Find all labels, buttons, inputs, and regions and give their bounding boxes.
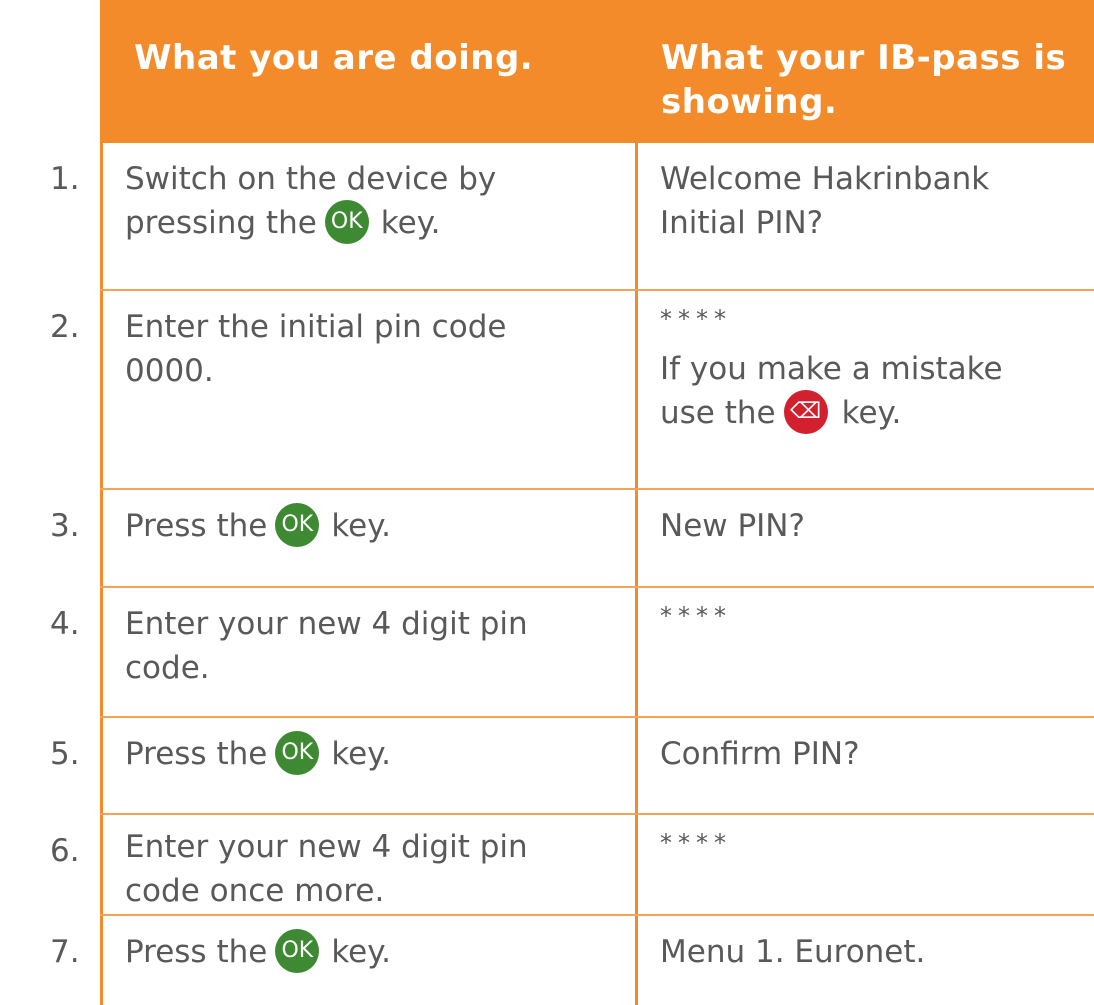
ok-key-icon: OK (275, 928, 320, 973)
table-top-rule (100, 0, 1094, 14)
backspace-icon: ⌫ (783, 389, 828, 434)
action-text: Press the (125, 736, 268, 772)
table-row: 6. Enter your new 4 digit pin code once … (50, 815, 1094, 916)
step-number: 2. (50, 309, 80, 345)
action-text: Press the (125, 934, 268, 970)
ok-key-icon: OK (275, 502, 320, 547)
display-line: use the ⌫ key. (660, 389, 1090, 437)
display-text: key. (841, 395, 902, 431)
table-row: 4. Enter your new 4 digit pin code. **** (50, 588, 1094, 718)
display-line: Confirm PIN? (660, 736, 860, 772)
step-display: Confirm PIN? (660, 718, 1090, 776)
display-line: If you make a mistake (660, 351, 1003, 387)
step-action: Switch on the device by pressing the OK ke… (125, 143, 625, 247)
step-number: 4. (50, 606, 80, 642)
display-line: Initial PIN? (660, 205, 824, 241)
table-row: 3. Press the OK key. New PIN? (50, 490, 1094, 588)
step-number: 6. (50, 833, 80, 869)
action-line: code. (125, 650, 210, 686)
step-action: Enter the initial pin code 0000. (125, 291, 625, 393)
display-text: use the (660, 395, 776, 431)
action-line: Press the OK key. (125, 928, 625, 976)
table-row: 1. Switch on the device by pressing the O… (50, 143, 1094, 291)
step-number: 1. (50, 161, 80, 197)
action-line: Enter your new 4 digit pin (125, 829, 528, 865)
pin-mask: **** (660, 602, 732, 630)
action-line: Switch on the device by (125, 161, 497, 197)
step-action: Press the OK key. (125, 916, 625, 976)
step-action: Enter your new 4 digit pin code once mor… (125, 815, 625, 913)
step-display: **** If you make a mistake use the ⌫ key. (660, 291, 1090, 437)
action-line: Enter the initial pin code (125, 309, 507, 345)
action-line: Enter your new 4 digit pin (125, 606, 528, 642)
action-text: key. (331, 508, 392, 544)
ok-key-icon: OK (275, 730, 320, 775)
step-action: Press the OK key. (125, 718, 625, 778)
step-action: Press the OK key. (125, 490, 625, 550)
step-number: 5. (50, 736, 80, 772)
pin-mask: **** (660, 305, 732, 333)
header-display-line1: What your IB-pass is (661, 38, 1067, 78)
display-line: Menu 1. Euronet. (660, 934, 926, 970)
step-action: Enter your new 4 digit pin code. (125, 588, 625, 690)
step-number: 3. (50, 508, 80, 544)
display-line: Welcome Hakrinbank (660, 161, 990, 197)
action-text: pressing the (125, 205, 317, 241)
step-display: New PIN? (660, 490, 1090, 548)
action-text: Press the (125, 508, 268, 544)
step-display: Welcome Hakrinbank Initial PIN? (660, 143, 1090, 245)
step-display: **** (660, 815, 1090, 857)
action-text: key. (380, 205, 441, 241)
action-text: key. (331, 736, 392, 772)
pin-mask: **** (660, 829, 732, 857)
table-row: 7. Press the OK key. Menu 1. Euronet. (50, 916, 1094, 1005)
action-line: Press the OK key. (125, 502, 625, 550)
table-header-row: What you are doing. What your IB-pass is… (100, 14, 1094, 143)
step-number: 7. (50, 934, 80, 970)
header-display-line2: showing. (661, 82, 838, 122)
action-line: Press the OK key. (125, 730, 625, 778)
action-text: key. (331, 934, 392, 970)
step-display: **** (660, 588, 1090, 630)
action-line: 0000. (125, 353, 214, 389)
table-row: 5. Press the OK key. Confirm PIN? (50, 718, 1094, 815)
action-line: pressing the OK key. (125, 199, 625, 247)
display-line: New PIN? (660, 508, 805, 544)
instructions-table: What you are doing. What your IB-pass is… (0, 0, 1094, 1005)
table-row: 2. Enter the initial pin code 0000. ****… (50, 291, 1094, 490)
step-display: Menu 1. Euronet. (660, 916, 1090, 974)
action-line: code once more. (125, 873, 385, 909)
ok-key-icon: OK (324, 199, 369, 244)
